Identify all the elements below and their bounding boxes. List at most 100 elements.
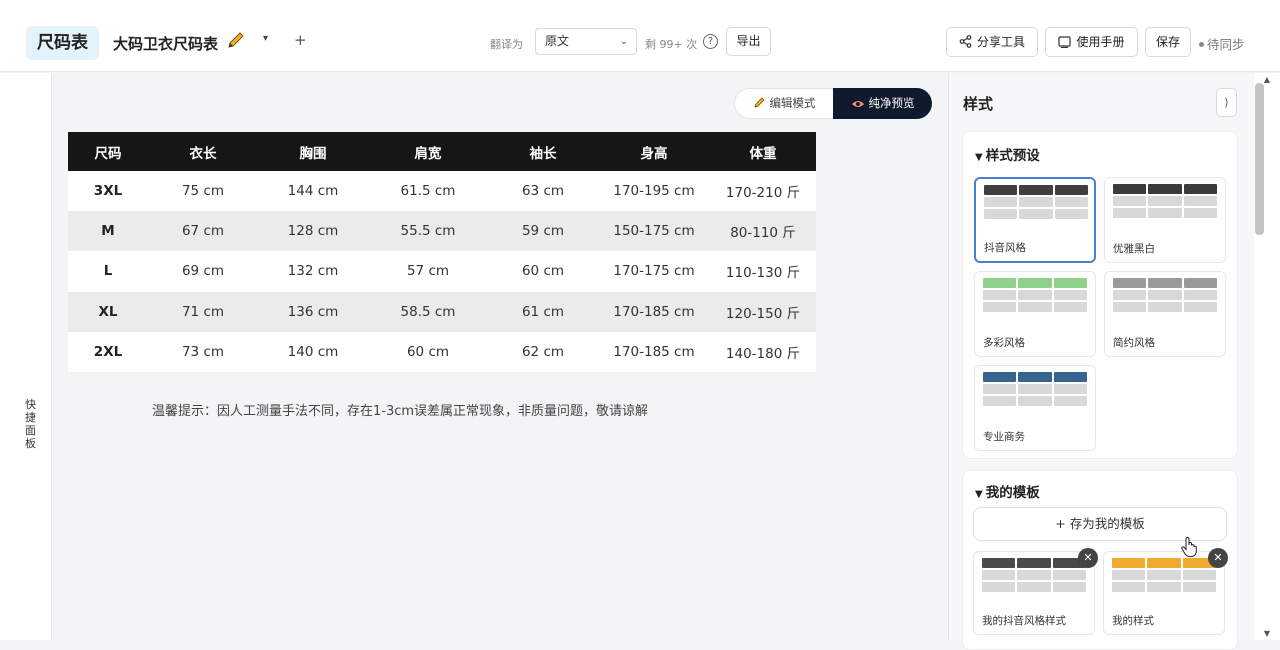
table-cell[interactable]: 62 cm [488,331,598,372]
preset-business[interactable]: 专业商务 [974,365,1096,451]
table-cell[interactable]: 60 cm [368,331,488,372]
sync-status-text: 待同步 [1207,37,1245,52]
template-my-style[interactable]: ✕ 我的样式 [1103,548,1228,635]
app-name[interactable]: 尺码表 [26,26,99,60]
table-cell[interactable]: 140-180 斤 [710,331,816,372]
templates-title: 我的模板 [985,485,1040,501]
edit-mode-button[interactable]: 编辑模式 [735,89,833,118]
template-label: 我的样式 [1112,615,1154,627]
table-cell[interactable]: 59 cm [488,211,598,252]
edit-mode-label: 编辑模式 [769,96,816,110]
table-cell[interactable]: 132 cm [258,251,368,292]
table-cell[interactable]: 128 cm [258,211,368,252]
table-cell[interactable]: 69 cm [148,251,258,292]
table-cell[interactable]: 170-185 cm [598,291,710,332]
template-label: 我的抖音风格样式 [982,615,1066,627]
my-templates-section: ▼ 我的模板 + 存为我的模板 ✕ 我的抖音风格样式 ✕ 我的样式 [962,470,1238,650]
mode-toggle: 编辑模式 纯净预览 [734,88,932,119]
table-row: M 67 cm 128 cm 55.5 cm 59 cm 150-175 cm … [68,211,816,252]
status-dot-icon [1199,42,1204,47]
preset-simple[interactable]: 简约风格 [1104,271,1226,357]
style-panel: 样式 ⟩ ▼ 样式预设 抖音风格 优雅黑白 多彩风格 简约风格 专业商务 ▼ 我… [948,73,1254,650]
share-tool-button[interactable]: 分享工具 [946,27,1038,57]
table-cell[interactable]: 150-175 cm [598,211,710,252]
table-cell[interactable]: 71 cm [148,291,258,332]
table-row: XL 71 cm 136 cm 58.5 cm 61 cm 170-185 cm… [68,291,816,332]
user-manual-button[interactable]: 使用手册 [1045,27,1138,57]
document-title[interactable]: 大码卫衣尺码表 [113,33,218,54]
table-cell[interactable]: 67 cm [148,211,258,252]
table-cell[interactable]: 144 cm [258,171,368,212]
table-cell[interactable]: 136 cm [258,291,368,332]
table-cell[interactable]: 60 cm [488,251,598,292]
table-cell[interactable]: 61 cm [488,291,598,332]
table-cell[interactable]: 57 cm [368,251,488,292]
table-cell[interactable]: L [68,251,148,292]
preset-thumbnail [983,278,1087,324]
table-cell[interactable]: 170-195 cm [598,171,710,212]
quick-panel-label[interactable]: 快捷面板 [25,398,37,450]
translate-select[interactable]: 原文 ⌄ [535,28,637,55]
preset-elegant-bw[interactable]: 优雅黑白 [1104,177,1226,263]
table-row: 3XL 75 cm 144 cm 61.5 cm 63 cm 170-195 c… [68,171,816,212]
header-length[interactable]: 衣长 [148,132,258,171]
table-cell[interactable]: 170-185 cm [598,331,710,372]
preset-douyin[interactable]: 抖音风格 [974,177,1096,263]
template-my-douyin[interactable]: ✕ 我的抖音风格样式 [973,548,1098,635]
scrollbar-thumb[interactable] [1255,83,1264,235]
header-height[interactable]: 身高 [598,132,710,171]
templates-heading[interactable]: ▼ 我的模板 [975,481,1040,501]
table-cell[interactable]: 55.5 cm [368,211,488,252]
table-cell[interactable]: 75 cm [148,171,258,212]
table-cell[interactable]: 2XL [68,331,148,372]
table-header-row: 尺码 衣长 胸围 肩宽 袖长 身高 体重 [68,132,816,171]
table-cell[interactable]: 120-150 斤 [710,291,816,332]
clean-preview-button[interactable]: 纯净预览 [833,88,932,119]
sync-status: 待同步 [1199,34,1245,53]
pencil-icon[interactable] [226,30,246,50]
chevron-down-icon: ⌄ [619,36,628,47]
add-sheet-icon[interactable]: + [294,31,307,49]
preset-label: 多彩风格 [983,337,1025,349]
header-weight[interactable]: 体重 [710,132,816,171]
table-cell[interactable]: 63 cm [488,171,598,212]
presets-title: 样式预设 [985,148,1040,164]
table-cell[interactable]: M [68,211,148,252]
header-shoulder[interactable]: 肩宽 [368,132,488,171]
table-cell[interactable]: 3XL [68,171,148,212]
help-icon[interactable]: ? [703,34,718,49]
quick-panel[interactable]: 快捷面板 [0,73,52,640]
eye-icon [851,101,864,107]
measurement-tip[interactable]: 温馨提示：因人工测量手法不同，存在1-3cm误差属正常现象，非质量问题，敬请谅解 [152,400,648,419]
table-cell[interactable]: 80-110 斤 [710,211,816,252]
preset-thumbnail [1113,278,1217,324]
table-cell[interactable]: 170-210 斤 [710,171,816,212]
template-thumbnail [1112,558,1216,604]
table-cell[interactable]: 58.5 cm [368,291,488,332]
export-button[interactable]: 导出 [726,27,771,56]
close-icon[interactable]: ✕ [1208,548,1228,568]
translate-value: 原文 [545,34,570,48]
collapse-panel-button[interactable]: ⟩ [1216,88,1237,117]
table-cell[interactable]: 170-175 cm [598,251,710,292]
table-cell[interactable]: 61.5 cm [368,171,488,212]
book-icon [1058,36,1072,49]
table-cell[interactable]: 110-130 斤 [710,251,816,292]
presets-heading[interactable]: ▼ 样式预设 [975,144,1040,164]
clean-preview-label: 纯净预览 [868,96,915,110]
close-icon[interactable]: ✕ [1078,548,1098,568]
save-button[interactable]: 保存 [1145,27,1191,57]
table-cell[interactable]: 73 cm [148,331,258,372]
size-table: 尺码 衣长 胸围 肩宽 袖长 身高 体重 3XL 75 cm 144 cm 61… [68,132,816,372]
header-size[interactable]: 尺码 [68,132,148,171]
preset-label: 优雅黑白 [1113,243,1155,255]
preset-thumbnail [984,185,1088,231]
title-dropdown-icon[interactable]: ▾ [263,33,268,44]
table-cell[interactable]: 140 cm [258,331,368,372]
header-sleeve[interactable]: 袖长 [488,132,598,171]
header-chest[interactable]: 胸围 [258,132,368,171]
table-cell[interactable]: XL [68,291,148,332]
preset-label: 专业商务 [983,431,1025,443]
scroll-down-icon[interactable]: ▼ [1254,629,1280,638]
preset-colorful[interactable]: 多彩风格 [974,271,1096,357]
